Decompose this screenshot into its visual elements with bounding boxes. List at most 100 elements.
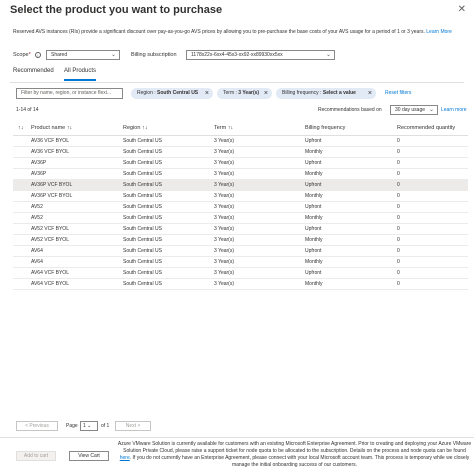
cell-recommended-quantity: 0 [397, 226, 400, 232]
cell-product-name: AV36 VCF BYOL [31, 138, 69, 144]
column-term[interactable]: Term ↑↓ [214, 125, 233, 131]
table-row[interactable]: AV36P VCF BYOL South Central US 3 Year(s) M… [13, 191, 468, 202]
cell-billing-frequency: Upfront [305, 248, 322, 254]
table-row[interactable]: AV36P South Central US 3 Year(s) Upfront 0 [13, 158, 468, 169]
recommendations-dropdown[interactable]: 30 day usage ⌄ [390, 105, 438, 115]
filter-pill-billing-frequency[interactable]: Billing frequency : Select a value × [276, 88, 376, 99]
cell-billing-frequency: Monthly [305, 237, 323, 243]
cell-term: 3 Year(s) [214, 204, 235, 210]
cell-recommended-quantity: 0 [397, 237, 400, 243]
table-header: ↑↓ Product name ↑↓ Region ↑↓ Term ↑↓ Bil… [13, 121, 468, 136]
close-icon[interactable]: ✕ [458, 5, 466, 15]
column-region[interactable]: Region ↑↓ [123, 125, 147, 131]
cell-recommended-quantity: 0 [397, 182, 400, 188]
filter-pill-term[interactable]: Term : 3 Year(s) × [217, 88, 272, 99]
column-billing-frequency: Billing frequency [305, 125, 346, 131]
cell-term: 3 Year(s) [214, 248, 235, 254]
cell-term: 3 Year(s) [214, 281, 235, 287]
cell-product-name: AV64 VCF BYOL [31, 270, 69, 276]
tab-divider [10, 82, 464, 83]
cell-billing-frequency: Upfront [305, 204, 322, 210]
cell-billing-frequency: Monthly [305, 149, 323, 155]
cell-recommended-quantity: 0 [397, 281, 400, 287]
cell-region: South Central US [123, 237, 162, 243]
cell-recommended-quantity: 0 [397, 193, 400, 199]
filter-pill-region[interactable]: Region : South Central US × [131, 88, 213, 99]
table-row[interactable]: AV52 VCF BYOL South Central US 3 Year(s) Up… [13, 224, 468, 235]
cell-region: South Central US [123, 149, 162, 155]
page-select[interactable]: 1 ⌄ [80, 421, 98, 431]
cell-term: 3 Year(s) [214, 138, 235, 144]
remove-filter-icon[interactable]: × [368, 88, 372, 99]
billing-dropdown[interactable]: 1178x22x-6xx4-45x3-xx92-xx89930xx5xx ⌄ [186, 50, 335, 60]
sort-icon: ↑↓ [227, 125, 234, 131]
tab-all-products[interactable]: All Products [64, 68, 97, 81]
cell-region: South Central US [123, 248, 162, 254]
table-row[interactable]: AV52 South Central US 3 Year(s) Monthly 0 [13, 213, 468, 224]
cell-term: 3 Year(s) [214, 259, 235, 265]
learn-more-link[interactable]: Learn More [426, 29, 452, 35]
cell-term: 3 Year(s) [214, 160, 235, 166]
cell-product-name: AV52 [31, 215, 43, 221]
chevron-down-icon: ⌄ [428, 107, 434, 113]
add-to-cart-button[interactable]: Add to cart [16, 451, 56, 461]
cell-product-name: AV64 [31, 259, 43, 265]
cell-product-name: AV52 VCF BYOL [31, 226, 69, 232]
support-link[interactable]: here [120, 455, 130, 461]
page-title: Select the product you want to purchase [10, 4, 223, 16]
filter-search-input[interactable]: Filter by name, region, or instance flex… [16, 88, 123, 99]
sort-icon: ↑↓ [141, 125, 148, 131]
table-row[interactable]: AV36 VCF BYOL South Central US 3 Year(s) Mo… [13, 147, 468, 158]
table-row[interactable]: AV36 VCF BYOL South Central US 3 Year(s) Up… [13, 136, 468, 147]
cell-term: 3 Year(s) [214, 182, 235, 188]
recommendations-value: 30 day usage [395, 107, 426, 113]
cell-recommended-quantity: 0 [397, 215, 400, 221]
page-of-label: of 1 [101, 423, 110, 429]
cell-term: 3 Year(s) [214, 193, 235, 199]
table-row[interactable]: AV64 VCF BYOL South Central US 3 Year(s) Up… [13, 268, 468, 279]
table-row[interactable]: AV52 South Central US 3 Year(s) Upfront 0 [13, 202, 468, 213]
sort-icon: ↑↓ [66, 125, 73, 131]
cell-product-name: AV64 [31, 248, 43, 254]
scope-dropdown[interactable]: Shared ⌄ [46, 50, 120, 60]
cell-billing-frequency: Upfront [305, 270, 322, 276]
tab-recommended[interactable]: Recommended [13, 68, 54, 74]
cell-recommended-quantity: 0 [397, 160, 400, 166]
view-cart-button[interactable]: View Cart [69, 451, 109, 461]
reset-filters-link[interactable]: Reset filters [385, 90, 411, 96]
sort-icon[interactable]: ↑↓ [18, 125, 24, 131]
cell-region: South Central US [123, 259, 162, 265]
learn-more-link[interactable]: Learn more [441, 107, 467, 113]
remove-filter-icon[interactable]: × [205, 88, 209, 99]
cell-product-name: AV64 VCF BYOL [31, 281, 69, 287]
cell-recommended-quantity: 0 [397, 149, 400, 155]
cell-recommended-quantity: 0 [397, 204, 400, 210]
cell-region: South Central US [123, 204, 162, 210]
table-row[interactable]: AV52 VCF BYOL South Central US 3 Year(s) Mo… [13, 235, 468, 246]
table-row[interactable]: AV36P South Central US 3 Year(s) Monthly 0 [13, 169, 468, 180]
table-row[interactable]: AV64 VCF BYOL South Central US 3 Year(s) Mo… [13, 279, 468, 290]
cell-term: 3 Year(s) [214, 226, 235, 232]
cell-product-name: AV36 VCF BYOL [31, 149, 69, 155]
column-product-name[interactable]: Product name ↑↓ [31, 125, 72, 131]
next-page-button[interactable]: Next > [115, 421, 151, 431]
cell-region: South Central US [123, 215, 162, 221]
table-row[interactable]: AV64 South Central US 3 Year(s) Upfront 0 [13, 246, 468, 257]
table-row[interactable]: AV36P VCF BYOL South Central US 3 Year(s) U… [13, 180, 468, 191]
previous-page-button[interactable]: < Previous [16, 421, 58, 431]
cell-billing-frequency: Monthly [305, 215, 323, 221]
remove-filter-icon[interactable]: × [264, 88, 268, 99]
cell-term: 3 Year(s) [214, 149, 235, 155]
cell-billing-frequency: Upfront [305, 138, 322, 144]
cell-product-name: AV36P [31, 160, 47, 166]
cell-billing-frequency: Upfront [305, 160, 322, 166]
cell-region: South Central US [123, 226, 162, 232]
footer-note: Azure VMware Solution is currently avail… [117, 441, 472, 468]
cell-region: South Central US [123, 138, 162, 144]
recommendations-label: Recommendations based on [318, 107, 382, 113]
table-row[interactable]: AV64 South Central US 3 Year(s) Monthly 0 [13, 257, 468, 268]
cell-product-name: AV36P VCF BYOL [31, 182, 73, 188]
products-table: ↑↓ Product name ↑↓ Region ↑↓ Term ↑↓ Bil… [13, 121, 468, 290]
cell-product-name: AV52 [31, 204, 43, 210]
cell-term: 3 Year(s) [214, 237, 235, 243]
